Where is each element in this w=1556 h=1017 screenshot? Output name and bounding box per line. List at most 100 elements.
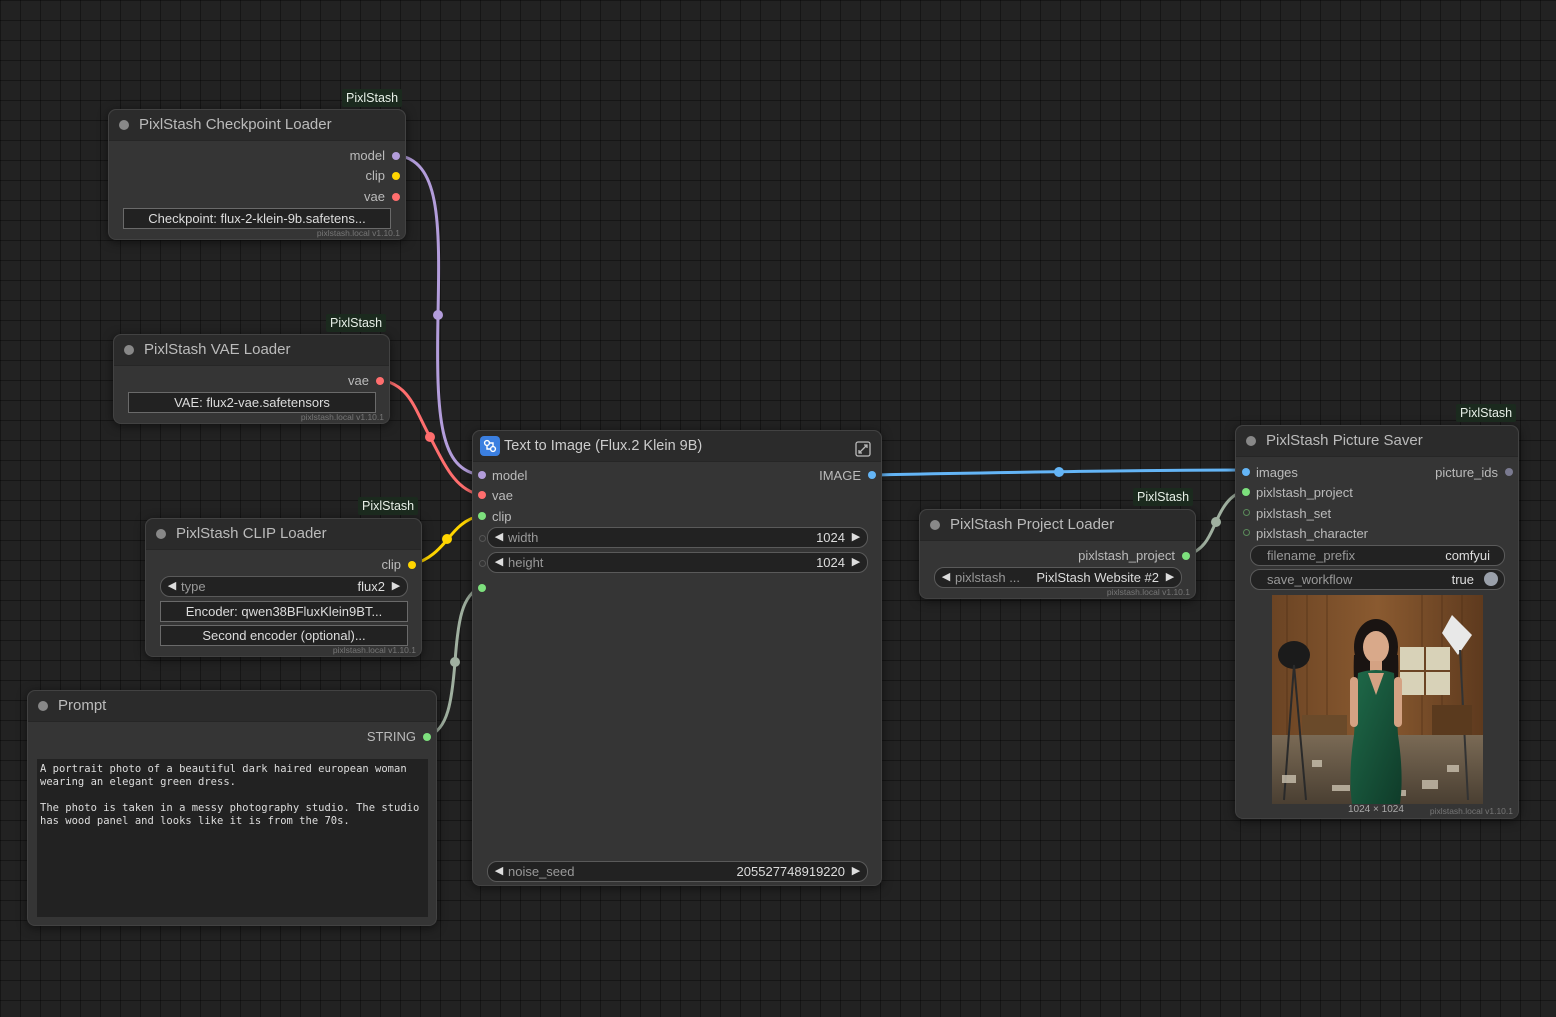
node-footer: pixlstash.local v1.10.1 <box>332 645 416 655</box>
node-header[interactable]: PixlStash Project Loader <box>920 510 1195 541</box>
output-image-socket[interactable] <box>868 471 876 479</box>
link-clip-midpoint <box>442 534 452 544</box>
output-string-socket[interactable] <box>423 733 431 741</box>
noise-seed-number-widget[interactable]: ◀ noise_seed 205527748919220 ▶ <box>487 861 868 882</box>
widget-label: noise_seed <box>508 864 575 879</box>
output-model-socket[interactable] <box>392 152 400 160</box>
node-header[interactable]: PixlStash Picture Saver <box>1236 426 1518 457</box>
input-prompt-socket[interactable] <box>478 584 486 592</box>
combo-prev-arrow-icon[interactable]: ◀ <box>165 577 179 596</box>
collapse-dot-icon[interactable] <box>119 120 129 130</box>
output-vae-label: vae <box>348 373 369 388</box>
collapse-dot-icon[interactable] <box>156 529 166 539</box>
decrement-arrow-icon[interactable]: ◀ <box>492 528 506 547</box>
project-loader-node[interactable]: PixlStash Project Loader pixlstash_proje… <box>919 509 1196 599</box>
input-character-label: pixlstash_character <box>1256 526 1368 541</box>
collapse-dot-icon[interactable] <box>124 345 134 355</box>
node-title: PixlStash Picture Saver <box>1266 432 1423 449</box>
save-workflow-toggle[interactable]: save_workflow true <box>1250 569 1505 590</box>
image-size-label: 1024 × 1024 <box>1348 804 1404 815</box>
increment-arrow-icon[interactable]: ▶ <box>849 553 863 572</box>
output-clip-socket[interactable] <box>408 561 416 569</box>
encoder-select-button[interactable]: Encoder: qwen38BFluxKlein9BT... <box>160 601 408 622</box>
input-clip-socket[interactable] <box>478 512 486 520</box>
output-string-label: STRING <box>366 729 416 744</box>
decrement-arrow-icon[interactable]: ◀ <box>492 862 506 881</box>
height-input-socket[interactable] <box>479 560 486 567</box>
node-badge: PixlStash <box>1133 488 1194 506</box>
node-badge: PixlStash <box>326 314 387 332</box>
node-title: PixlStash Checkpoint Loader <box>139 116 332 133</box>
node-header[interactable]: PixlStash Checkpoint Loader <box>109 110 405 141</box>
input-images-label: images <box>1256 465 1298 480</box>
link-model-midpoint <box>433 310 443 320</box>
node-title: Prompt <box>58 697 107 714</box>
node-title: Text to Image (Flux.2 Klein 9B) <box>504 438 703 454</box>
node-title: PixlStash VAE Loader <box>144 341 291 358</box>
input-project-label: pixlstash_project <box>1256 485 1353 500</box>
height-number-widget[interactable]: ◀ height 1024 ▶ <box>487 552 868 573</box>
project-combo[interactable]: ◀ pixlstash ... PixlStash Website #2 ▶ <box>934 567 1182 588</box>
output-picture-ids-socket[interactable] <box>1505 468 1513 476</box>
link-model <box>395 153 482 477</box>
width-number-widget[interactable]: ◀ width 1024 ▶ <box>487 527 868 548</box>
link-clip <box>412 514 482 566</box>
vae-select-button[interactable]: VAE: flux2-vae.safetensors <box>128 392 376 413</box>
input-vae-label: vae <box>492 488 513 503</box>
vae-loader-node[interactable]: PixlStash VAE Loader vae VAE: flux2-vae.… <box>113 334 390 424</box>
combo-next-arrow-icon[interactable]: ▶ <box>1163 568 1177 587</box>
combo-next-arrow-icon[interactable]: ▶ <box>389 577 403 596</box>
collapse-dot-icon[interactable] <box>38 701 48 711</box>
text-to-image-node[interactable]: Text to Image (Flux.2 Klein 9B) model va… <box>472 430 882 886</box>
collapse-dot-icon[interactable] <box>930 520 940 530</box>
output-project-socket[interactable] <box>1182 552 1190 560</box>
link-image-midpoint <box>1054 467 1064 477</box>
checkpoint-select-button[interactable]: Checkpoint: flux-2-klein-9b.safetens... <box>123 208 391 229</box>
output-vae-socket[interactable] <box>376 377 384 385</box>
node-header[interactable]: Text to Image (Flux.2 Klein 9B) <box>473 431 881 462</box>
node-badge: PixlStash <box>1456 404 1517 422</box>
filename-prefix-widget[interactable]: filename_prefix comfyui <box>1250 545 1505 566</box>
widget-label: width <box>508 530 539 545</box>
node-badge: PixlStash <box>358 497 419 515</box>
increment-arrow-icon[interactable]: ▶ <box>849 528 863 547</box>
decrement-arrow-icon[interactable]: ◀ <box>492 553 506 572</box>
collapse-dot-icon[interactable] <box>1246 436 1256 446</box>
toggle-knob-icon[interactable] <box>1484 572 1498 586</box>
output-clip-socket[interactable] <box>392 172 400 180</box>
preview-image[interactable] <box>1272 595 1483 804</box>
input-vae-socket[interactable] <box>478 491 486 499</box>
picture-saver-node[interactable]: PixlStash Picture Saver images pixlstash… <box>1235 425 1519 819</box>
node-graph-canvas[interactable]: PixlStash PixlStash Checkpoint Loader mo… <box>0 0 1556 1017</box>
input-character-socket[interactable] <box>1243 529 1250 536</box>
input-project-socket[interactable] <box>1242 488 1250 496</box>
node-title: PixlStash Project Loader <box>950 516 1115 533</box>
width-input-socket[interactable] <box>479 535 486 542</box>
input-model-label: model <box>492 468 528 483</box>
increment-arrow-icon[interactable]: ▶ <box>849 862 863 881</box>
widget-value: 1024 <box>816 530 845 545</box>
output-clip-label: clip <box>381 557 401 572</box>
prompt-textarea[interactable]: A portrait photo of a beautiful dark hai… <box>37 759 428 917</box>
output-vae-socket[interactable] <box>392 193 400 201</box>
node-badge: PixlStash <box>342 89 403 107</box>
node-header[interactable]: PixlStash CLIP Loader <box>146 519 421 550</box>
type-combo[interactable]: ◀ type flux2 ▶ <box>160 576 408 597</box>
output-picture-ids-label: picture_ids <box>1435 465 1498 480</box>
link-vae-midpoint <box>425 432 435 442</box>
widget-value: 205527748919220 <box>736 864 845 879</box>
node-header[interactable]: Prompt <box>28 691 436 722</box>
second-encoder-select-button[interactable]: Second encoder (optional)... <box>160 625 408 646</box>
prompt-node[interactable]: Prompt STRING A portrait photo of a beau… <box>27 690 437 926</box>
clip-loader-node[interactable]: PixlStash CLIP Loader clip ◀ type flux2 … <box>145 518 422 657</box>
input-images-socket[interactable] <box>1242 468 1250 476</box>
combo-prev-arrow-icon[interactable]: ◀ <box>939 568 953 587</box>
link-vae <box>380 378 482 497</box>
input-model-socket[interactable] <box>478 471 486 479</box>
expand-icon[interactable] <box>855 438 871 457</box>
node-footer: pixlstash.local v1.10.1 <box>1106 587 1190 597</box>
node-header[interactable]: PixlStash VAE Loader <box>114 335 389 366</box>
input-set-socket[interactable] <box>1243 509 1250 516</box>
output-image-label: IMAGE <box>819 468 861 483</box>
checkpoint-loader-node[interactable]: PixlStash Checkpoint Loader model clip v… <box>108 109 406 240</box>
